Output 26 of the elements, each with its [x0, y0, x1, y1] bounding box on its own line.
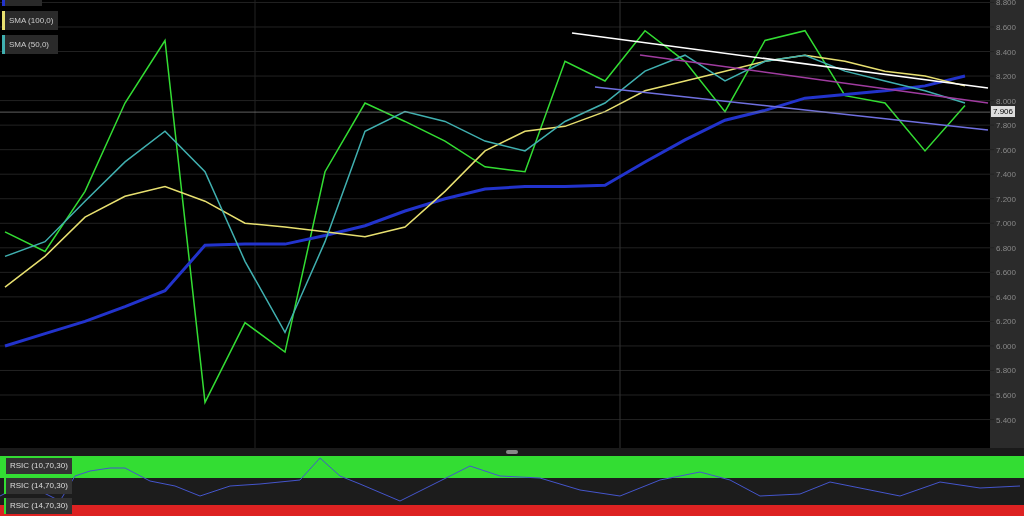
axis-label: 7.400 — [996, 170, 1017, 180]
axis-label: 6.000 — [996, 341, 1017, 351]
panel-resize-handle[interactable] — [506, 450, 518, 454]
indicator-legend[interactable] — [2, 0, 42, 6]
indicator-legend[interactable]: RSIC (14,70,30) — [4, 498, 72, 514]
axis-label: 6.200 — [996, 317, 1017, 327]
axis-label: 7.600 — [996, 145, 1017, 155]
indicator-legend[interactable]: RSIC (14,70,30) — [4, 478, 72, 494]
axis-label: 6.600 — [996, 268, 1017, 278]
indicator-legend[interactable]: SMA (100,0) — [2, 11, 59, 30]
axis-label: 5.400 — [996, 415, 1017, 425]
axis-label: 6.400 — [996, 292, 1017, 302]
axis-label: 7.800 — [996, 121, 1017, 131]
axis-label: 8.600 — [996, 23, 1017, 32]
axis-label: 8.000 — [996, 96, 1017, 106]
indicator-legend[interactable]: SMA (50,0) — [2, 35, 59, 54]
axis-label: 6.800 — [996, 243, 1017, 253]
axis-label: 5.600 — [996, 391, 1017, 400]
axis-label: 8.200 — [996, 72, 1017, 82]
axis-label: 8.400 — [996, 47, 1017, 57]
axis-label: 7.000 — [996, 219, 1017, 229]
indicator-legend[interactable]: RSIC (10,70,30) — [4, 458, 72, 474]
axis-label: 8.800 — [996, 0, 1017, 8]
price-tag: 7.906 — [991, 106, 1016, 118]
axis-label: 7.200 — [996, 194, 1017, 204]
axis-label: 5.800 — [996, 366, 1017, 376]
